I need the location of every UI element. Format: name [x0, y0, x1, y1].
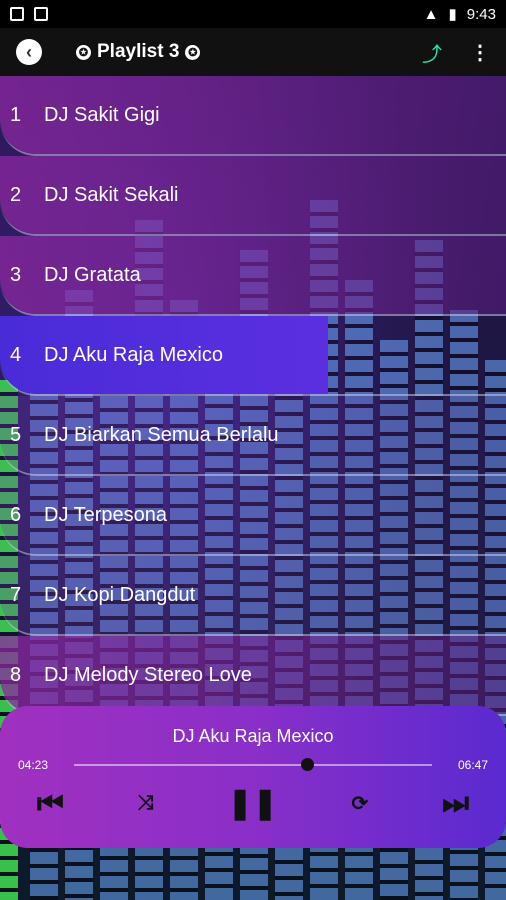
track-title: DJ Aku Raja Mexico [44, 343, 223, 366]
track-title: DJ Terpesona [44, 503, 168, 526]
list-item-active[interactable]: 4 DJ Aku Raja Mexico [0, 316, 506, 396]
repeat-icon[interactable]: ⟳ [352, 791, 369, 816]
list-item[interactable]: 2 DJ Sakit Sekali [0, 156, 506, 236]
previous-icon[interactable]: ⏮ [37, 787, 64, 821]
track-number: 1 [10, 103, 22, 126]
list-item[interactable]: 5 DJ Biarkan Semua Berlalu [0, 396, 506, 476]
back-arrow-icon[interactable]: ‹ [16, 39, 42, 65]
photo-icon [34, 7, 48, 21]
track-title: DJ Gratata [44, 263, 141, 286]
more-vert-icon[interactable]: ⋮ [470, 40, 490, 65]
next-icon[interactable]: ⏭ [442, 787, 469, 821]
playlist-list: 1 DJ Sakit Gigi 2 DJ Sakit Sekali 3 DJ G… [0, 76, 506, 716]
now-playing-title: DJ Aku Raja Mexico [172, 726, 334, 746]
track-number: 7 [10, 583, 22, 606]
share-icon[interactable]: ⤴ [422, 38, 442, 67]
track-title: DJ Sakit Gigi [44, 103, 160, 126]
list-item[interactable]: 3 DJ Gratata [0, 236, 506, 316]
track-number: 4 [10, 343, 22, 366]
pause-icon[interactable]: ❚❚ [227, 786, 277, 821]
now-playing-panel: DJ Aku Raja Mexico 04:23 06:47 ⏮ ⤨ ❚❚ ⟳ … [0, 706, 506, 848]
shuffle-icon[interactable]: ⤨ [138, 792, 154, 815]
list-item[interactable]: 7 DJ Kopi Dangdut [0, 556, 506, 636]
image-icon [10, 7, 24, 21]
track-number: 3 [10, 263, 22, 286]
elapsed-time: 04:23 [18, 758, 49, 772]
wifi-icon: ▲ [423, 5, 439, 23]
playlist-title: Playlist 3 [97, 41, 180, 62]
list-item[interactable]: 1 DJ Sakit Gigi [0, 76, 506, 156]
track-title: DJ Kopi Dangdut [44, 583, 196, 606]
seek-knob[interactable] [300, 758, 314, 771]
track-title: DJ Biarkan Semua Berlalu [44, 423, 279, 446]
toolbar: ‹ ✪ Playlist 3 ✪ ⤴ ⋮ [0, 28, 506, 76]
list-item[interactable]: 8 DJ Melody Stereo Love [0, 636, 506, 716]
battery-icon: ▮ [448, 6, 457, 23]
status-time: 9:43 [466, 5, 496, 23]
track-number: 6 [10, 503, 22, 526]
track-number: 2 [10, 183, 22, 206]
track-number: 5 [10, 423, 22, 446]
list-item[interactable]: 6 DJ Terpesona [0, 476, 506, 556]
seek-bar[interactable] [74, 764, 432, 766]
track-title: DJ Melody Stereo Love [44, 663, 252, 686]
track-title: DJ Sakit Sekali [44, 183, 179, 206]
status-bar: ▲ ▮ 9:43 [0, 0, 506, 28]
track-number: 8 [10, 663, 22, 686]
duration-time: 06:47 [457, 758, 488, 772]
page-title: ✪ Playlist 3 ✪ [76, 41, 201, 63]
star-icon: ✪ [76, 44, 91, 60]
playback-controls: ⏮ ⤨ ❚❚ ⟳ ⏭ [0, 786, 506, 821]
star-icon: ✪ [185, 44, 201, 60]
